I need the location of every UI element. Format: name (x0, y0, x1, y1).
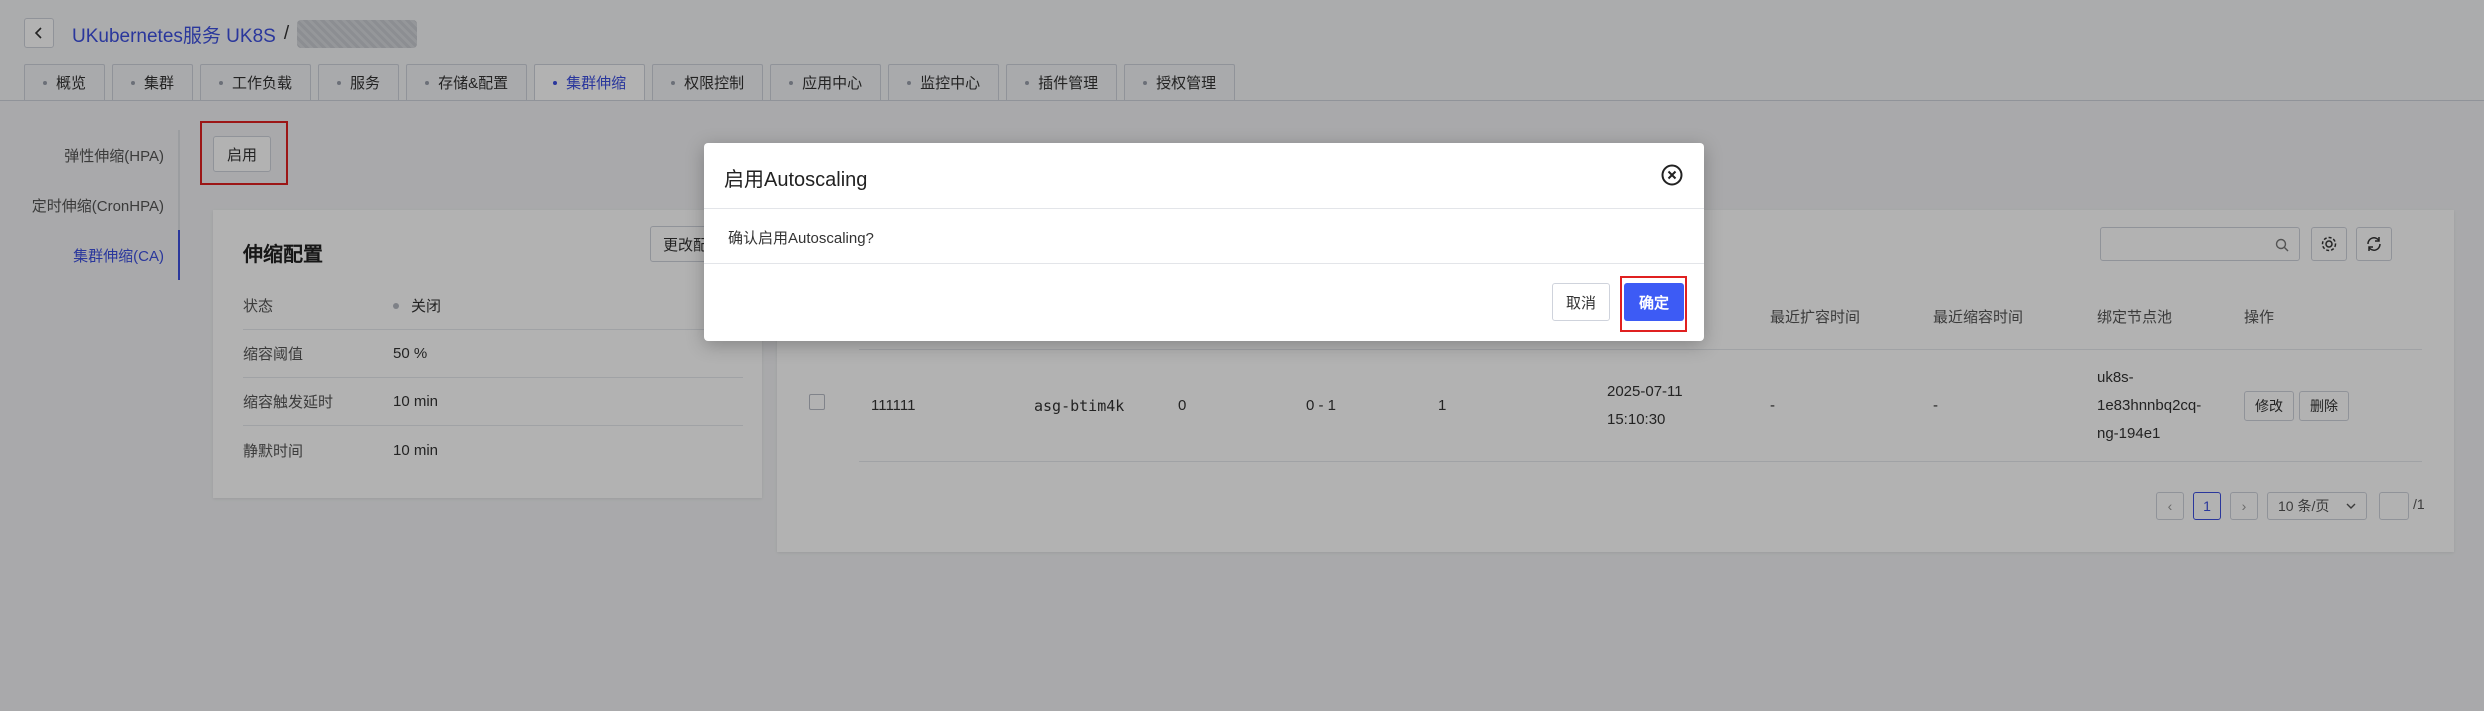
enable-autoscaling-dialog: 启用Autoscaling 确认启用Autoscaling? 取消 确定 (704, 143, 1704, 341)
dialog-divider (704, 208, 1704, 209)
dialog-title: 启用Autoscaling (724, 169, 868, 191)
highlight-box-confirm (1620, 276, 1687, 332)
dialog-divider (704, 263, 1704, 264)
close-icon[interactable] (1660, 163, 1684, 187)
cancel-button[interactable]: 取消 (1552, 283, 1610, 321)
modal-overlay[interactable] (0, 0, 2484, 711)
dialog-message: 确认启用Autoscaling? (728, 230, 874, 247)
